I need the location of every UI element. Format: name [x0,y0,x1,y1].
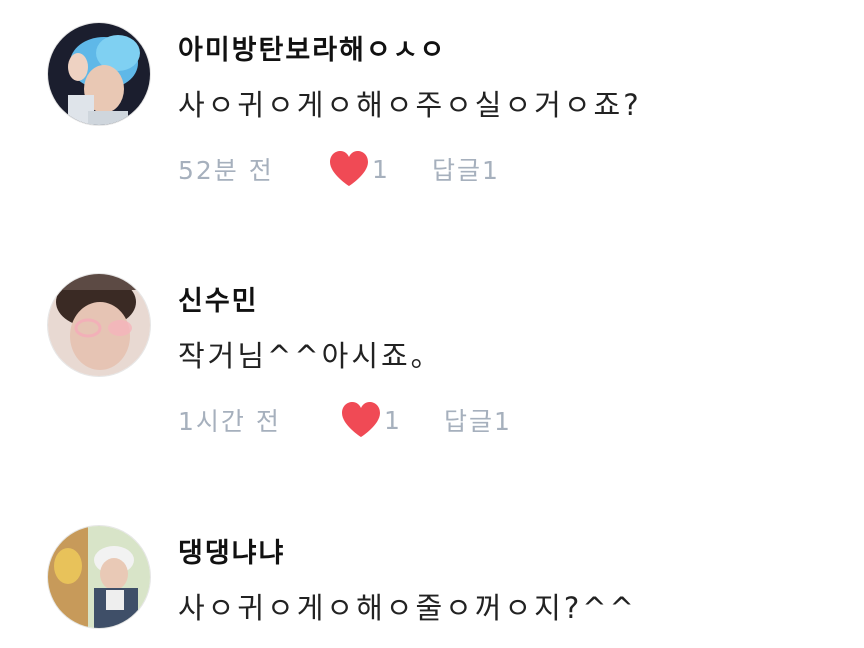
avatar[interactable] [47,22,151,126]
comment-author[interactable]: 신수민 [178,279,259,318]
comment-author[interactable]: 아미방탄보라해ㅇㅅㅇ [178,28,446,67]
reply-label: 답글 [432,156,483,185]
comment-text: 사ㅇ귀ㅇ게ㅇ해ㅇ줄ㅇ꺼ㅇ지?^^ [178,591,637,625]
comment-text: 사ㅇ귀ㅇ게ㅇ해ㅇ주ㅇ실ㅇ거ㅇ죠? [178,88,642,122]
like-button[interactable]: 1 [340,401,444,439]
reply-label: 답글 [444,407,495,436]
reply-button[interactable]: 답글1 [432,151,500,187]
reply-button[interactable]: 답글1 [444,402,512,438]
heart-icon [342,402,380,437]
reply-count: 1 [494,407,512,436]
avatar[interactable] [47,273,151,377]
like-count: 1 [384,405,400,435]
heart-icon [330,151,368,186]
like-count: 1 [372,154,388,184]
comment-text: 작거님^^아시죠。 [178,339,443,373]
comment-author[interactable]: 댕댕냐냐 [178,531,285,570]
reply-count: 1 [482,156,500,185]
avatar[interactable] [47,525,151,629]
comment-time: 52분 전 [178,156,274,185]
comment-meta: 1시간 전 1 답글1 [178,397,512,443]
like-button[interactable]: 1 [328,150,432,188]
comment-time: 1시간 전 [178,407,281,436]
comment-meta: 52분 전 1 답글1 [178,146,500,192]
